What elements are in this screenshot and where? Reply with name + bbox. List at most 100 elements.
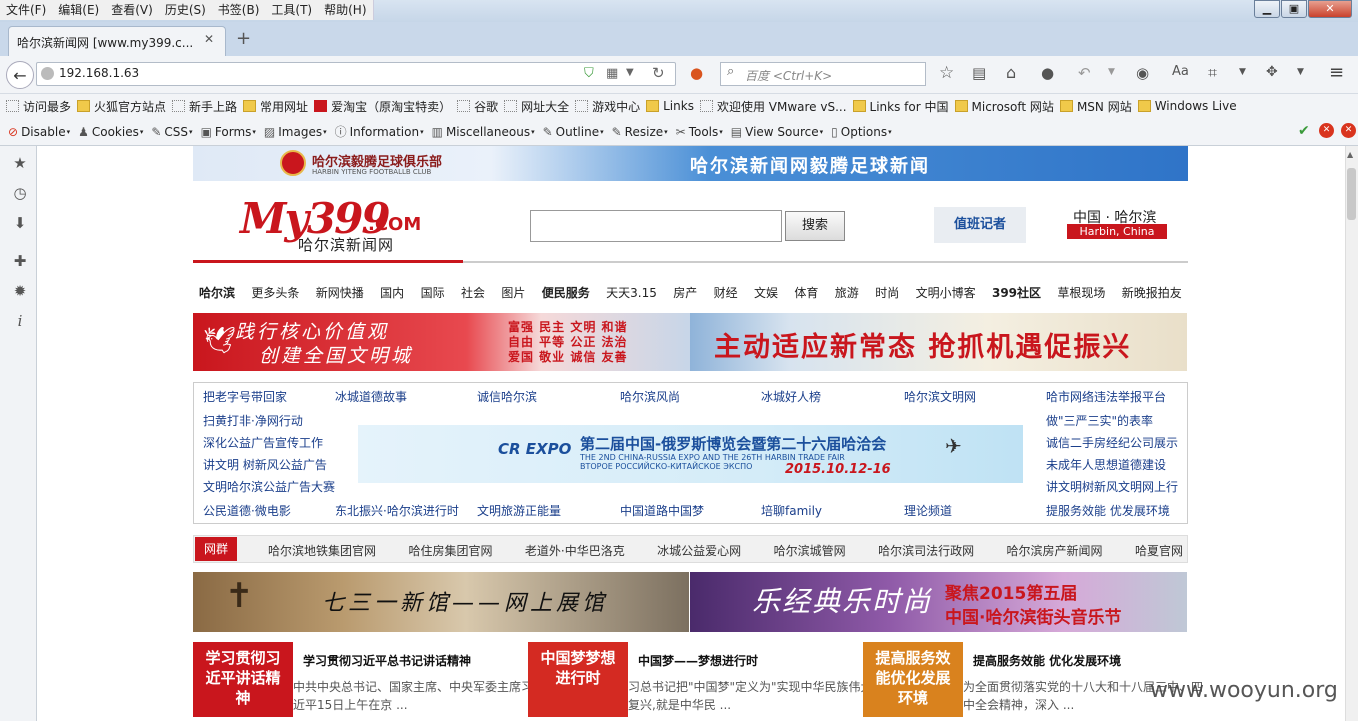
crop-dropdown-icon[interactable]: ▼ [1239,67,1246,77]
group-link[interactable]: 哈尔滨司法行政网 [878,542,974,559]
devbar-item[interactable]: ⊘ Disable ▾ [8,125,70,139]
history-icon[interactable]: ◷ [10,184,30,204]
bookmark-item[interactable]: 谷歌 [457,98,498,115]
nav-item[interactable]: 国际 [421,284,445,301]
news-thumbnail[interactable]: 中国梦梦想进行时 [528,642,628,717]
devbar-item[interactable]: ✂ Tools ▾ [676,125,723,139]
site-search-input[interactable] [530,210,782,242]
close-toolbar-icon[interactable]: ✕ [1341,123,1356,138]
devbar-item[interactable]: ▣ Forms ▾ [201,125,256,139]
tab-close-icon[interactable]: ✕ [204,32,214,46]
bookmark-item[interactable]: MSN 网站 [1059,98,1132,115]
devbar-item[interactable]: ✎ Outline ▾ [543,125,604,139]
news-thumbnail[interactable]: 提高服务效能优化发展环境 [863,642,963,717]
link-item[interactable]: 未成年人思想道德建设 [1046,456,1166,473]
crop-icon[interactable]: ⌗ [1208,63,1217,83]
bookmark-item[interactable]: Windows Live [1137,99,1237,113]
link-item[interactable]: 中国道路中国梦 [620,502,704,519]
nav-item[interactable]: 时尚 [875,284,899,301]
reader-icon[interactable]: Aa [1172,64,1189,79]
devbar-item[interactable]: ▯ Options ▾ [831,125,891,139]
menu-item[interactable]: 帮助(H) [318,0,372,20]
group-link[interactable]: 哈住房集团官网 [408,542,492,559]
url-bar[interactable]: 192.168.1.63 [36,62,676,86]
news-thumbnail[interactable]: 学习贯彻习近平讲话精神 [193,642,293,717]
nav-item[interactable]: 便民服务 [542,284,590,301]
link-item[interactable]: 讲文明树新风文明网上行 [1046,478,1178,495]
bookmark-star-icon[interactable]: ★ [10,154,30,174]
devbar-item[interactable]: ▥ Miscellaneous ▾ [432,125,535,139]
devbar-item[interactable]: ✎ Resize ▾ [612,125,668,139]
site-search-button[interactable]: 搜索 [785,211,845,241]
addon-icon[interactable]: ● [690,64,703,82]
link-item[interactable]: 东北振兴·哈尔滨进行时 [335,502,459,519]
link-item[interactable]: 冰城道德故事 [335,388,407,405]
hamburger-menu-icon[interactable]: ≡ [1329,62,1344,83]
group-link[interactable]: 哈尔滨城管网 [774,542,846,559]
qr-icon[interactable]: ▦ [606,66,618,81]
nav-item[interactable]: 体育 [794,284,818,301]
devbar-item[interactable]: ✎ CSS ▾ [151,125,192,139]
dropdown-icon[interactable]: ▼ [626,67,634,78]
scrollbar-thumb[interactable] [1347,168,1356,220]
bookmark-item[interactable]: 火狐官方站点 [77,98,166,115]
bookmark-item[interactable]: 常用网址 [243,98,308,115]
bookmark-item[interactable]: Microsoft 网站 [954,98,1054,115]
menu-item[interactable]: 书签(B) [212,0,266,20]
link-item[interactable]: 冰城好人榜 [761,388,821,405]
link-item[interactable]: 扫黄打非·净网行动 [203,412,303,429]
bookmark-item[interactable]: 欢迎使用 VMware vS... [699,98,847,115]
nav-item[interactable]: 新晚报拍友 [1122,284,1182,301]
nav-item[interactable]: 房产 [673,284,697,301]
bookmarks-list-icon[interactable]: ▤ [972,64,986,82]
link-item[interactable]: 讲文明 树新风公益广告 [203,456,327,473]
tab-active[interactable]: 哈尔滨新闻网 [www.my399.c... [8,26,226,56]
link-item[interactable]: 诚信哈尔滨 [477,388,537,405]
check-icon[interactable]: ✔ [1298,123,1310,139]
menu-item[interactable]: 查看(V) [105,0,159,20]
menu-item[interactable]: 编辑(E) [52,0,105,20]
bookmark-item[interactable]: Links for 中国 [852,98,949,115]
undo-dropdown-icon[interactable]: ▼ [1108,67,1115,77]
nav-item[interactable]: 社会 [461,284,485,301]
link-item[interactable]: 文明旅游正能量 [477,502,561,519]
group-link[interactable]: 哈夏官网 [1135,542,1183,559]
devbar-item[interactable]: ▤ View Source ▾ [731,125,823,139]
gear-icon[interactable]: ✹ [10,282,30,302]
nav-item[interactable]: 天天3.15 [606,284,657,301]
link-item[interactable]: 理论频道 [904,502,952,519]
shield-icon[interactable]: ⛉ [584,66,594,81]
close-window-button[interactable]: ✕ [1308,0,1352,18]
nav-item[interactable]: 图片 [501,284,525,301]
bookmark-item[interactable]: 网址大全 [504,98,569,115]
home-icon[interactable]: ⌂ [1006,63,1016,82]
nav-item[interactable]: 新网快播 [316,284,364,301]
nav-item[interactable]: 哈尔滨 [199,284,235,301]
error-icon[interactable]: ✕ [1319,123,1334,138]
extension-icon[interactable]: ✥ [1266,64,1278,80]
link-item[interactable]: 培聊family [761,502,822,519]
link-item[interactable]: 诚信二手房经纪公司展示 [1046,434,1178,451]
bookmark-item[interactable]: 爱淘宝（原淘宝特卖） [314,98,451,115]
star-icon[interactable]: ☆ [939,63,954,83]
nav-item[interactable]: 草根现场 [1057,284,1105,301]
reload-icon[interactable]: ↻ [652,64,665,82]
group-link[interactable]: 冰城公益爱心网 [657,542,741,559]
group-link[interactable]: 哈尔滨房产新闻网 [1007,542,1103,559]
chat-icon[interactable]: ● [1041,64,1054,82]
link-item[interactable]: 做"三严三实"的表率 [1046,412,1153,429]
menu-item[interactable]: 历史(S) [159,0,212,20]
link-item[interactable]: 把老字号带回家 [203,388,287,405]
site-info-icon[interactable] [41,67,54,80]
extension-dropdown-icon[interactable]: ▼ [1297,67,1304,77]
link-item[interactable]: 文明哈尔滨公益广告大赛 [203,478,335,495]
news-title[interactable]: 中国梦——梦想进行时 [638,652,758,669]
bookmark-item[interactable]: 新手上路 [172,98,237,115]
maximize-button[interactable]: ▣ [1281,0,1307,18]
link-item[interactable]: 公民道德·微电影 [203,502,291,519]
bookmark-item[interactable]: 访问最多 [6,98,71,115]
comment-icon[interactable]: ◉ [1136,64,1149,82]
nav-item[interactable]: 文明小博客 [916,284,976,301]
nav-item[interactable]: 国内 [380,284,404,301]
scroll-up-icon[interactable]: ▲ [1347,150,1353,159]
